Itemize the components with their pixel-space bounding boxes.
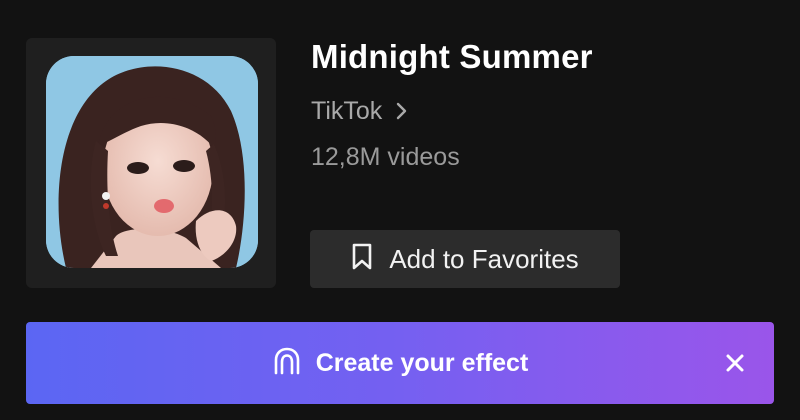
video-count: 12,8M videos xyxy=(311,143,460,171)
add-to-favorites-button[interactable]: Add to Favorites xyxy=(310,230,620,288)
create-effect-label: Create your effect xyxy=(315,348,529,377)
portrait-image xyxy=(46,56,258,268)
close-banner-button[interactable] xyxy=(720,348,750,378)
effect-detail-page: Midnight Summer TikTok 12,8M videos Add … xyxy=(0,0,800,420)
arch-icon xyxy=(272,346,302,381)
add-to-favorites-label: Add to Favorites xyxy=(389,243,579,274)
create-effect-button[interactable]: Create your effect xyxy=(26,322,774,404)
bookmark-icon xyxy=(351,243,373,276)
chevron-right-icon xyxy=(396,102,408,120)
effect-thumbnail-frame xyxy=(26,38,276,288)
effect-title: Midnight Summer xyxy=(311,38,593,75)
author-name: TikTok xyxy=(311,96,383,125)
author-link[interactable]: TikTok xyxy=(311,95,408,127)
effect-thumbnail[interactable] xyxy=(46,56,258,268)
create-effect-banner: Create your effect xyxy=(26,322,774,404)
close-icon xyxy=(726,354,744,372)
